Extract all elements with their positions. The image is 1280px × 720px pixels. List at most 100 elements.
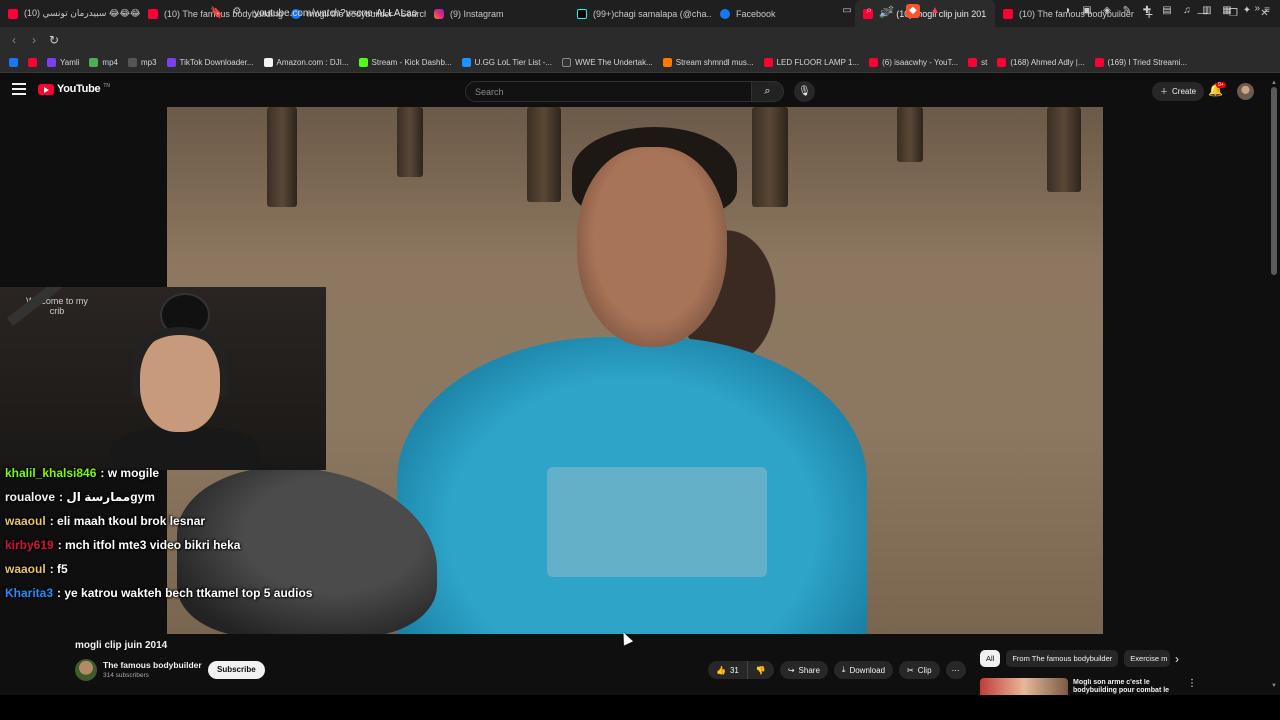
dislike-button[interactable]: 👎 [747, 661, 774, 679]
chat-text: ye katrou wakteh bech ttkamel top 5 audi… [64, 586, 313, 600]
bookmark-label: Stream - Kick Dashb... [371, 58, 452, 67]
chat-message: waaoul: f5 [5, 562, 68, 576]
avatar[interactable] [1237, 83, 1254, 100]
extension-icon[interactable]: ◈ [1100, 4, 1114, 18]
share-page-icon[interactable]: ⇪ [884, 4, 898, 18]
chat-text: w mogile [107, 466, 160, 480]
subscribe-button[interactable]: Subscribe [208, 661, 265, 679]
chip-all[interactable]: All [980, 650, 1001, 667]
bookmark-label: LED FLOOR LAMP 1... [776, 58, 860, 67]
reload-icon[interactable]: ↻ [44, 33, 64, 47]
bookmark-label: Yamli [60, 58, 80, 67]
music-icon[interactable]: ♫ [1180, 4, 1194, 18]
voice-search-button[interactable]: 🎙 [794, 81, 815, 102]
cast-icon[interactable]: ▭ [840, 4, 854, 18]
channel-name[interactable]: The famous bodybuilder [103, 660, 202, 670]
brave-rewards-icon[interactable]: ▲ [928, 4, 942, 18]
chat-username: waaoul [5, 562, 46, 576]
recommendation-thumbnail[interactable] [980, 678, 1068, 695]
bookmark[interactable] [6, 58, 21, 67]
wallet-icon[interactable]: ▦ [1220, 4, 1234, 18]
bookmark-label: Stream shmndl mus... [675, 58, 754, 67]
extension-icon[interactable]: ◑ [1060, 4, 1074, 18]
bookmark-label: (6) isaacwhy - YouT... [882, 58, 959, 67]
chat-username: kirby619 [5, 538, 54, 552]
like-button[interactable]: 👍 31 [708, 661, 748, 679]
back-icon[interactable]: ‹ [4, 33, 24, 47]
zoom-icon[interactable]: ⌕ [862, 4, 876, 18]
youtube-logo[interactable]: YouTube TN [38, 83, 110, 95]
chat-message: khalil_khalsi846: w mogile [5, 466, 160, 480]
more-icon: ⋯ [951, 665, 960, 675]
create-button[interactable]: ＋ Create [1152, 82, 1205, 101]
bookmark-label: (169) I Tried Streami... [1107, 58, 1188, 67]
more-bookmarks-icon[interactable]: » [1254, 3, 1260, 14]
scroll-up-icon[interactable]: ▲ [1271, 80, 1277, 86]
leo-icon[interactable]: ✦ [1240, 4, 1254, 18]
forward-icon[interactable]: › [24, 33, 44, 47]
bottom-strip [0, 695, 1280, 720]
hamburger-menu-icon[interactable] [12, 83, 26, 95]
tree-trunk [1047, 107, 1081, 192]
chat-message: Kharita3: ye katrou wakteh bech ttkamel … [5, 586, 313, 600]
bookmark-icon [47, 58, 56, 67]
bookmark[interactable]: Amazon.com : DJI... [261, 58, 352, 67]
shirt-print [547, 467, 767, 577]
bookmark[interactable]: mp3 [125, 58, 160, 67]
bookmark[interactable]: mp4 [86, 58, 121, 67]
ugg-icon [461, 58, 471, 67]
bookmark-label: (168) Ahmed Adly |... [1010, 58, 1085, 67]
youtube-icon [28, 58, 37, 67]
bookmark[interactable]: TikTok Downloader... [164, 58, 257, 67]
bookmark[interactable]: (168) Ahmed Adly |... [994, 58, 1087, 67]
like-count: 31 [729, 665, 739, 675]
plus-icon: ＋ [1160, 87, 1168, 96]
chip-exercise[interactable]: Exercise m [1124, 650, 1171, 667]
search-button[interactable]: ⌕ [751, 81, 784, 102]
extension-icon[interactable]: ▣ [1080, 4, 1094, 18]
bookmark[interactable]: (6) isaacwhy - YouT... [866, 58, 961, 67]
reading-list-icon[interactable]: ▥ [1200, 4, 1214, 18]
youtube-icon [997, 58, 1007, 67]
youtube-wordmark: YouTube [57, 83, 101, 95]
bookmark[interactable]: st [965, 58, 990, 67]
bookmark[interactable]: LED FLOOR LAMP 1... [761, 58, 863, 67]
brave-shields-icon[interactable]: ◆ [906, 4, 920, 18]
bookmark[interactable] [25, 58, 40, 67]
menu-icon[interactable]: ≡ [1260, 4, 1274, 18]
share-button[interactable]: ↪ Share [779, 661, 828, 679]
bookmark[interactable]: Stream - Kick Dashb... [356, 58, 455, 67]
browser-tab[interactable]: (10) سبيدرمان تونسي 😂😂😂 [0, 0, 140, 27]
chip-from-channel[interactable]: From The famous bodybuilder [1006, 650, 1119, 667]
chat-message: waaoul: eli maah tkoul brok lesnar [5, 514, 206, 528]
headphones [132, 327, 228, 397]
share-label: Share [798, 665, 820, 675]
page-scrollbar[interactable] [1271, 87, 1277, 275]
search-input[interactable]: Search [465, 81, 752, 102]
channel-avatar[interactable] [75, 659, 97, 681]
address-bar: ‹ › ↻ [0, 27, 1280, 53]
recommendation-title[interactable]: Mogli son arme c'est le bodybuilding pou… [1073, 679, 1183, 695]
clip-button[interactable]: ✂ Clip [899, 661, 940, 679]
notification-badge: 9+ [1216, 82, 1226, 88]
download-button[interactable]: ⤓ Download [833, 661, 894, 679]
more-actions-button[interactable]: ⋯ [945, 661, 966, 679]
site-info-icon[interactable]: ⚙ [230, 6, 244, 20]
puzzle-icon[interactable]: ✚ [1140, 4, 1154, 18]
more-vert-icon[interactable]: ⋮ [1187, 678, 1197, 689]
bookmark-page-icon[interactable]: 🔖 [210, 6, 224, 19]
extension-icon[interactable]: ✎ [1120, 4, 1134, 18]
bookmark[interactable]: Stream shmndl mus... [660, 58, 757, 67]
create-label: Create [1172, 87, 1197, 96]
address-actions: ▭ ⌕ ⇪ ◆ ▲ [840, 4, 942, 18]
sidebar-icon[interactable]: ▤ [1160, 4, 1174, 18]
scroll-down-icon[interactable]: ▼ [1271, 683, 1277, 689]
bookmark[interactable]: WWE The Undertak... [559, 58, 656, 67]
bookmark[interactable]: U.GG LoL Tier List -... [459, 58, 556, 67]
chat-message: kirby619: mch itfol mte3 video bikri hek… [5, 538, 241, 552]
country-code: TN [103, 83, 110, 89]
bookmark[interactable]: (169) I Tried Streami... [1092, 58, 1191, 67]
bookmark-label: mp3 [140, 58, 157, 67]
chevron-right-icon[interactable]: › [1175, 652, 1179, 666]
bookmark[interactable]: Yamli [44, 58, 82, 67]
